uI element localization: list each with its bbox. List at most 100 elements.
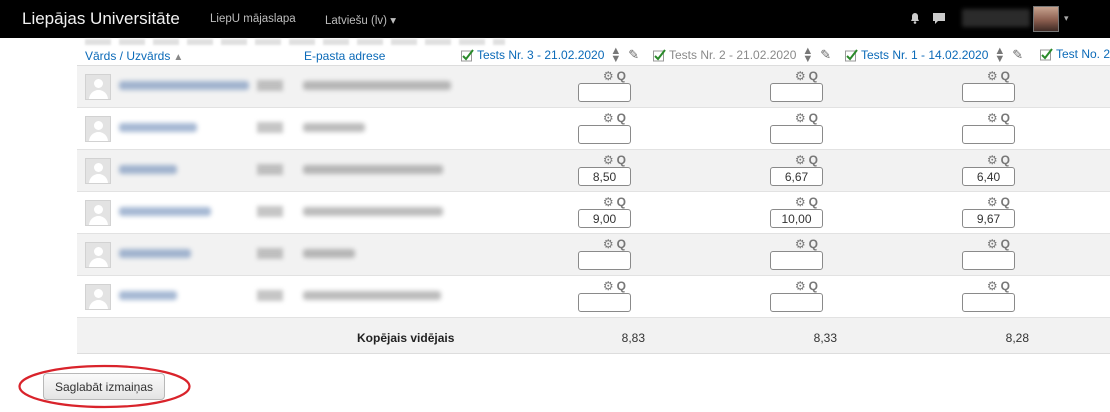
grade-actions-icon[interactable]: ⚙Q [987,111,1013,125]
column-header-test1[interactable]: Tests Nr. 1 - 14.02.2020 ▲ ▼ ✎ [845,46,1023,65]
home-link[interactable]: LiepU mājaslapa [210,13,296,25]
grade-actions-icon[interactable]: ⚙Q [795,69,821,83]
sort-icon[interactable]: ▲ ▼ [994,46,1005,65]
search-icon[interactable]: Q [617,111,629,125]
gear-icon[interactable]: ⚙ [603,69,617,83]
sort-icon[interactable]: ▲ ▼ [802,46,813,65]
user-placeholder-avatar[interactable] [85,284,111,310]
search-icon[interactable]: Q [809,69,821,83]
student-actions-blurred[interactable] [257,122,283,133]
grade-actions-icon[interactable]: ⚙Q [795,237,821,251]
gear-icon[interactable]: ⚙ [987,195,1001,209]
notifications-icon[interactable] [908,11,922,25]
user-menu-caret-icon[interactable]: ▾ [1064,13,1069,24]
user-placeholder-avatar[interactable] [85,158,111,184]
grade-input[interactable] [578,167,631,186]
user-avatar[interactable] [1033,6,1059,32]
grade-input[interactable] [770,209,823,228]
gear-icon[interactable]: ⚙ [987,279,1001,293]
gear-icon[interactable]: ⚙ [795,153,809,167]
student-name-blurred[interactable] [119,165,177,174]
gear-icon[interactable]: ⚙ [795,237,809,251]
column-header-test2[interactable]: Tests Nr. 2 - 21.02.2020 ▲ ▼ ✎ [653,46,831,65]
sort-icon[interactable]: ▲ ▼ [610,46,621,65]
pencil-icon[interactable]: ✎ [628,47,639,63]
gear-icon[interactable]: ⚙ [987,153,1001,167]
grade-actions-icon[interactable]: ⚙Q [603,153,629,167]
user-name-blurred[interactable] [962,9,1030,27]
grade-actions-icon[interactable]: ⚙Q [987,237,1013,251]
search-icon[interactable]: Q [1001,279,1013,293]
gear-icon[interactable]: ⚙ [795,111,809,125]
gear-icon[interactable]: ⚙ [603,279,617,293]
site-brand[interactable]: Liepājas Universitāte [22,9,180,29]
grade-input[interactable] [770,251,823,270]
search-icon[interactable]: Q [1001,237,1013,251]
email-column-header[interactable]: E-pasta adrese [304,49,385,63]
search-icon[interactable]: Q [617,237,629,251]
search-icon[interactable]: Q [809,111,821,125]
search-icon[interactable]: Q [809,195,821,209]
search-icon[interactable]: Q [809,153,821,167]
grade-input[interactable] [770,83,823,102]
grade-actions-icon[interactable]: ⚙Q [795,279,821,293]
grade-input[interactable] [578,125,631,144]
gear-icon[interactable]: ⚙ [795,279,809,293]
grade-input[interactable] [962,83,1015,102]
student-name-blurred[interactable] [119,123,197,132]
grade-input[interactable] [578,209,631,228]
grade-actions-icon[interactable]: ⚙Q [987,279,1013,293]
search-icon[interactable]: Q [617,279,629,293]
grade-input[interactable] [962,167,1015,186]
grade-input[interactable] [578,293,631,312]
search-icon[interactable]: Q [809,279,821,293]
search-icon[interactable]: Q [617,153,629,167]
grade-actions-icon[interactable]: ⚙Q [603,237,629,251]
student-name-blurred[interactable] [119,291,177,300]
student-actions-blurred[interactable] [257,248,283,259]
grade-actions-icon[interactable]: ⚙Q [987,153,1013,167]
grade-actions-icon[interactable]: ⚙Q [795,111,821,125]
pencil-icon[interactable]: ✎ [1012,47,1023,63]
sort-ascending-icon[interactable]: ▲ [173,52,183,63]
user-placeholder-avatar[interactable] [85,74,111,100]
search-icon[interactable]: Q [1001,153,1013,167]
student-actions-blurred[interactable] [257,206,283,217]
grade-input[interactable] [578,83,631,102]
gear-icon[interactable]: ⚙ [987,237,1001,251]
search-icon[interactable]: Q [1001,195,1013,209]
name-column-header[interactable]: Vārds / Uzvārds ▲ [85,49,183,63]
search-icon[interactable]: Q [617,195,629,209]
user-placeholder-avatar[interactable] [85,242,111,268]
student-name-blurred[interactable] [119,249,191,258]
grade-input[interactable] [770,125,823,144]
messages-icon[interactable] [932,11,946,25]
search-icon[interactable]: Q [809,237,821,251]
grade-input[interactable] [770,293,823,312]
gear-icon[interactable]: ⚙ [603,237,617,251]
gear-icon[interactable]: ⚙ [795,195,809,209]
grade-actions-icon[interactable]: ⚙Q [603,195,629,209]
grade-input[interactable] [962,251,1015,270]
column-header-test-no2[interactable]: Test No. 2 [1040,47,1110,61]
search-icon[interactable]: Q [1001,69,1013,83]
pencil-icon[interactable]: ✎ [820,47,831,63]
grade-actions-icon[interactable]: ⚙Q [603,111,629,125]
student-name-blurred[interactable] [119,81,249,90]
gear-icon[interactable]: ⚙ [795,69,809,83]
grade-input[interactable] [578,251,631,270]
student-actions-blurred[interactable] [257,80,283,91]
student-actions-blurred[interactable] [257,164,283,175]
language-menu[interactable]: Latviešu (lv) ▾ [325,13,396,27]
search-icon[interactable]: Q [617,69,629,83]
grade-input[interactable] [962,125,1015,144]
student-actions-blurred[interactable] [257,290,283,301]
gear-icon[interactable]: ⚙ [603,195,617,209]
user-placeholder-avatar[interactable] [85,116,111,142]
grade-actions-icon[interactable]: ⚙Q [795,153,821,167]
gear-icon[interactable]: ⚙ [987,111,1001,125]
grade-input[interactable] [962,293,1015,312]
user-placeholder-avatar[interactable] [85,200,111,226]
gear-icon[interactable]: ⚙ [603,153,617,167]
column-header-test3[interactable]: Tests Nr. 3 - 21.02.2020 ▲ ▼ ✎ [461,46,639,65]
